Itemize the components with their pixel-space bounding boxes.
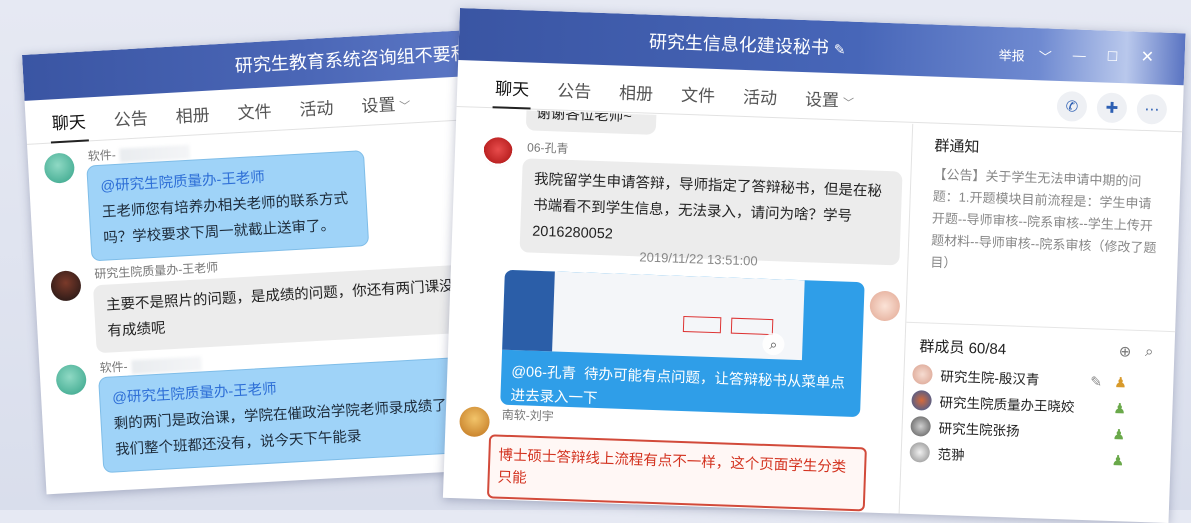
member-item[interactable]: 研究生院质量办王晓姣	[911, 390, 1075, 416]
mention[interactable]: @06-孔青	[511, 364, 576, 382]
right-window-title: 研究生信息化建设秘书 ✎	[648, 31, 846, 58]
tab-files[interactable]: 文件	[666, 70, 729, 115]
avatar	[909, 441, 931, 463]
message-bubble[interactable]: 博士硕士答辩线上流程有点不一样，这个页面学生分类只能	[486, 434, 867, 512]
thumbnail-highlight	[730, 317, 774, 336]
pencil-icon[interactable]: ✎	[1090, 373, 1107, 390]
avatar	[911, 390, 932, 411]
thumbnail-sidebar	[502, 269, 555, 352]
tab-album[interactable]: 相册	[604, 68, 667, 113]
search-icon[interactable]: ⌕	[1145, 343, 1154, 360]
tab-activities[interactable]: 活动	[284, 83, 348, 129]
tab-settings[interactable]: 设置 ﹀	[790, 75, 868, 121]
chevron-down-icon: ﹀	[842, 97, 855, 110]
member-item[interactable]: 研究生院张扬	[910, 415, 1020, 440]
message-text: 我院留学生申请答辩，导师指定了答辩秘书，但是在秘书端看不到学生信息，无法录入，请…	[531, 171, 883, 243]
message-text: 主要不是照片的问题，是成绩的问题，你还有两门课没有成绩呢	[105, 278, 455, 340]
add-message-icon[interactable]: ✚	[1096, 92, 1128, 124]
tab-album[interactable]: 相册	[160, 90, 224, 136]
notice-title: 群通知	[934, 137, 980, 157]
tab-settings[interactable]: 设置 ﹀	[346, 79, 425, 126]
admin-icon: ♟	[1113, 400, 1127, 417]
owner-icon: ♟	[1114, 374, 1128, 391]
avatar	[910, 415, 932, 437]
tab-chat[interactable]: 聊天	[37, 97, 101, 143]
zoom-icon[interactable]: ⌕	[762, 332, 785, 356]
notice-body[interactable]: 【公告】关于学生无法申请中期的问题：1.开题模块目前流程是：学生申请开题--导师…	[908, 163, 1182, 282]
message-text: 博士硕士答辩线上流程有点不一样，这个页面学生分类只能	[497, 447, 847, 487]
member-item[interactable]: 范翀	[909, 441, 965, 464]
admin-icon: ♟	[1111, 452, 1125, 469]
phone-icon[interactable]: ✆	[1056, 90, 1088, 122]
tab-settings-label: 设置	[804, 90, 840, 111]
right-chat-window: 研究生信息化建设秘书 ✎ 举报 ﹀ — ☐ ✕ 聊天 公告 相册 文件 活动 设…	[442, 8, 1186, 523]
members-count: 群成员 60/84 ⊕ ⌕	[905, 321, 1177, 366]
avatar[interactable]	[482, 136, 514, 168]
tab-announcements[interactable]: 公告	[543, 66, 606, 111]
message-timestamp: 2019/11/22 13:51:00	[639, 249, 758, 269]
minimize-icon[interactable]: —	[1072, 47, 1086, 62]
message-bubble[interactable]: @研究生院质量办-王老师 王老师您有培养办相关老师的联系方式吗？学校要求下周一就…	[86, 150, 370, 262]
avatar[interactable]	[43, 152, 76, 184]
close-icon[interactable]: ✕	[1140, 47, 1154, 67]
avatar[interactable]	[55, 363, 88, 396]
message-bubble[interactable]: 我院留学生申请答辩，导师指定了答辩秘书，但是在秘书端看不到学生信息，无法录入，请…	[519, 158, 903, 266]
maximize-icon[interactable]: ☐	[1106, 49, 1118, 65]
more-icon[interactable]: ⋯	[1136, 93, 1168, 125]
chevron-down-icon[interactable]: ﹀	[1038, 46, 1052, 65]
admin-icon: ♟	[1112, 426, 1126, 443]
screenshot-thumbnail[interactable]: ⌕	[502, 269, 805, 361]
pencil-icon[interactable]: ✎	[834, 41, 846, 57]
report-button[interactable]: 举报	[998, 45, 1025, 65]
chevron-down-icon: ﹀	[399, 100, 411, 113]
add-member-icon[interactable]: ⊕	[1119, 342, 1132, 360]
member-item[interactable]: 研究生院-殷汉青	[912, 364, 1040, 388]
avatar[interactable]	[50, 270, 82, 302]
left-message-list[interactable]: 软件- @研究生院质量办-王老师 王老师您有培养办相关老师的联系方式吗？学校要求…	[27, 119, 506, 494]
message-sender: 南软-刘宇	[501, 407, 555, 424]
tab-files[interactable]: 文件	[222, 86, 286, 132]
avatar[interactable]	[869, 290, 901, 322]
tab-chat[interactable]: 聊天	[481, 64, 544, 109]
thumbnail-highlight	[682, 315, 722, 334]
left-chat-window: 研究生教育系统咨询组不要私聊 聊天 公告 相册 文件 活动 设置 ﹀ 软件- @研…	[22, 29, 506, 495]
reply-text: @06-孔青 待办可能有点问题，让答辩秘书从菜单点进去录入一下	[510, 364, 846, 408]
group-side-panel: 群通知 【公告】关于学生无法申请中期的问题：1.开题模块目前流程是：学生申请开题…	[898, 123, 1184, 523]
avatar	[912, 364, 933, 385]
message-sender: 06-孔青	[526, 140, 569, 156]
tab-settings-label: 设置	[360, 95, 396, 117]
avatar[interactable]	[459, 406, 491, 438]
message-bubble[interactable]: @研究生院质量办-王老师 剩的两门是政治课，学院在催政治学院老师录成绩了，我们整…	[98, 356, 483, 474]
image-message[interactable]: ⌕ @06-孔青 待办可能有点问题，让答辩秘书从菜单点进去录入一下	[500, 269, 865, 418]
right-message-list[interactable]: 谢谢各位老师~ 06-孔青 我院留学生申请答辩，导师指定了答辩秘书，但是在秘书端…	[443, 107, 911, 514]
tab-activities[interactable]: 活动	[728, 72, 791, 117]
tab-announcements[interactable]: 公告	[98, 93, 162, 139]
